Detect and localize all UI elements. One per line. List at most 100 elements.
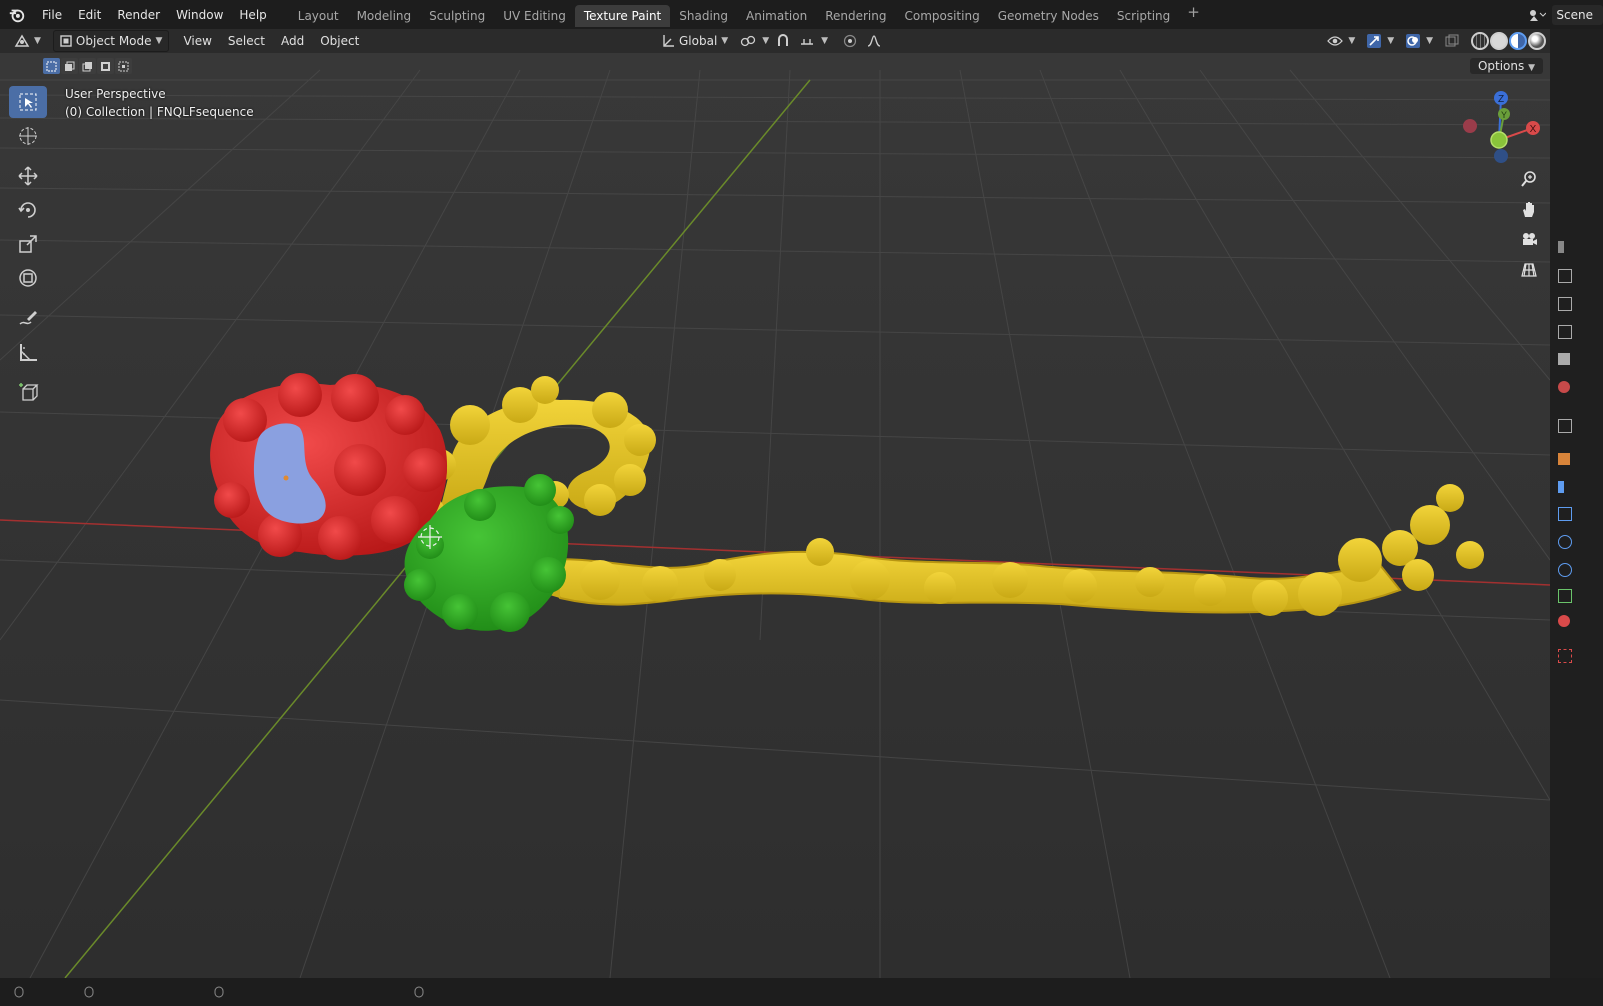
status-pan-hint	[84, 986, 94, 998]
modifier-properties-icon[interactable]	[1558, 481, 1564, 493]
mouse-middle-icon	[84, 986, 94, 998]
tab-texture-paint[interactable]: Texture Paint	[574, 4, 671, 27]
falloff-icon[interactable]	[864, 31, 884, 51]
scene-name[interactable]: Scene	[1552, 4, 1603, 25]
tab-modeling[interactable]: Modeling	[348, 5, 421, 27]
visibility-eye-icon[interactable]	[1325, 31, 1345, 51]
tab-compositing[interactable]: Compositing	[895, 5, 988, 27]
solid-shading-icon[interactable]	[1490, 32, 1509, 50]
scene-properties-icon[interactable]	[1558, 353, 1570, 365]
measure-tool[interactable]	[9, 336, 47, 368]
rotate-icon	[18, 202, 36, 218]
cursor-tool[interactable]	[9, 120, 47, 152]
cursor-icon	[19, 127, 37, 145]
select-invert-icon[interactable]	[97, 58, 114, 74]
material-preview-shading-icon[interactable]	[1509, 32, 1528, 50]
gizmo-toggle-icon[interactable]	[1364, 31, 1384, 51]
chevron-down-icon[interactable]: ▼	[1426, 36, 1433, 46]
texture-properties-icon[interactable]	[1558, 649, 1572, 663]
render-properties-icon[interactable]	[1558, 269, 1572, 283]
snap-icon[interactable]	[773, 31, 793, 51]
xray-toggle-icon[interactable]	[1442, 31, 1462, 51]
camera-view-button[interactable]	[1516, 226, 1542, 252]
select-extend-icon[interactable]	[61, 58, 78, 74]
gizmo-neg-z[interactable]	[1494, 149, 1508, 163]
gizmo-y-neg-axis[interactable]	[1490, 131, 1508, 149]
rendered-shading-icon[interactable]	[1528, 32, 1547, 50]
select-intersect-icon[interactable]	[115, 58, 132, 74]
ortho-toggle-button[interactable]	[1516, 256, 1542, 282]
header-menu-object[interactable]: Object	[312, 34, 367, 48]
zoom-button[interactable]	[1516, 166, 1542, 192]
chevron-down-icon: ▼	[1528, 63, 1535, 73]
measure-icon	[20, 344, 37, 361]
tab-rendering[interactable]: Rendering	[816, 5, 895, 27]
menu-file[interactable]: File	[34, 1, 70, 29]
scene-icon[interactable]	[1522, 5, 1552, 25]
menu-render[interactable]: Render	[109, 1, 168, 29]
tab-sculpting[interactable]: Sculpting	[420, 5, 494, 27]
snap-target-icon[interactable]	[797, 31, 817, 51]
physics-properties-icon[interactable]	[1558, 535, 1572, 549]
3d-viewport[interactable]	[0, 53, 1550, 978]
tool-properties-icon[interactable]	[1558, 241, 1564, 253]
add-workspace-button[interactable]: +	[1179, 3, 1208, 27]
data-properties-icon[interactable]	[1558, 589, 1572, 603]
mouse-right-icon	[214, 986, 224, 998]
tool-shelf	[9, 86, 47, 410]
overlays-toggle-icon[interactable]	[1403, 31, 1423, 51]
chevron-down-icon[interactable]: ▼	[1387, 36, 1394, 46]
header-menu-select[interactable]: Select	[220, 34, 273, 48]
annotate-icon	[19, 311, 37, 325]
transform-tool[interactable]	[9, 262, 47, 294]
menu-edit[interactable]: Edit	[70, 1, 109, 29]
chevron-down-icon[interactable]: ▼	[821, 36, 828, 46]
menu-help[interactable]: Help	[231, 1, 274, 29]
tab-geometry-nodes[interactable]: Geometry Nodes	[989, 5, 1108, 27]
move-tool[interactable]	[9, 160, 47, 192]
tab-uv-editing[interactable]: UV Editing	[494, 5, 575, 27]
select-box-tool[interactable]	[9, 86, 47, 118]
viewport-scene[interactable]	[0, 53, 1550, 978]
annotate-tool[interactable]	[9, 302, 47, 334]
collection-properties-icon[interactable]	[1558, 419, 1572, 433]
gizmo-neg-x[interactable]	[1463, 119, 1477, 133]
object-properties-icon[interactable]	[1558, 453, 1570, 465]
top-bar: File Edit Render Window Help Layout Mode…	[0, 0, 1603, 29]
tab-shading[interactable]: Shading	[670, 5, 737, 27]
pivot-point-icon[interactable]	[738, 31, 758, 51]
red-protein-domain[interactable]	[210, 373, 448, 560]
tab-layout[interactable]: Layout	[289, 5, 348, 27]
select-new-icon[interactable]	[43, 58, 60, 74]
transform-icon	[19, 269, 37, 287]
add-cube-tool[interactable]	[9, 376, 47, 408]
ortho-grid-icon	[1521, 263, 1537, 277]
wireframe-shading-icon[interactable]	[1471, 32, 1490, 50]
select-subtract-icon[interactable]	[79, 58, 96, 74]
menu-window[interactable]: Window	[168, 1, 231, 29]
blender-logo-icon[interactable]	[8, 6, 26, 24]
constraints-properties-icon[interactable]	[1558, 563, 1572, 577]
proportional-editing-icon[interactable]	[840, 31, 860, 51]
rotate-tool[interactable]	[9, 194, 47, 226]
scale-tool[interactable]	[9, 228, 47, 260]
world-properties-icon[interactable]	[1558, 381, 1570, 393]
header-menu-view[interactable]: View	[175, 34, 219, 48]
pan-button[interactable]	[1516, 196, 1542, 222]
gizmo-x-label: X	[1530, 124, 1537, 135]
view-layer-icon[interactable]	[1558, 325, 1572, 339]
output-properties-icon[interactable]	[1558, 297, 1572, 311]
particles-properties-icon[interactable]	[1558, 507, 1572, 521]
header-menu-add[interactable]: Add	[273, 34, 312, 48]
material-properties-icon[interactable]	[1558, 615, 1570, 627]
editor-type-button[interactable]: ▼	[8, 31, 47, 51]
tab-animation[interactable]: Animation	[737, 5, 816, 27]
navigation-gizmo[interactable]: Z Y X	[1458, 88, 1548, 164]
mode-dropdown[interactable]: Object Mode ▼	[52, 30, 170, 52]
orientation-dropdown[interactable]: Global ▼	[655, 31, 734, 51]
chevron-down-icon[interactable]: ▼	[762, 36, 769, 46]
chevron-down-icon[interactable]: ▼	[1348, 36, 1355, 46]
options-dropdown[interactable]: Options ▼	[1469, 58, 1543, 74]
viewport-display-controls: ▼ ▼ ▼ ▼	[1325, 31, 1580, 51]
tab-scripting[interactable]: Scripting	[1108, 5, 1179, 27]
